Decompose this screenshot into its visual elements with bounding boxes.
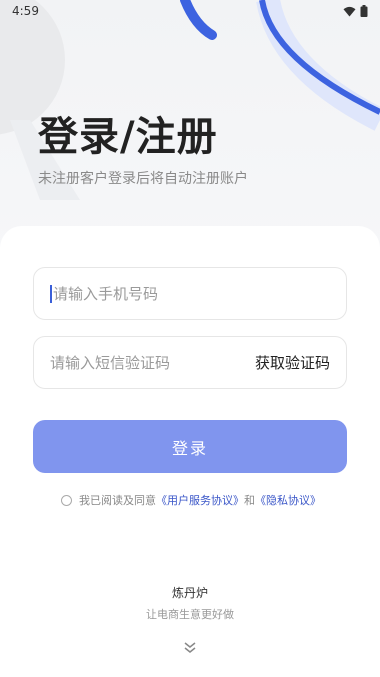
brand-slogan: 让电商生意更好做	[146, 608, 234, 621]
page-subtitle: 未注册客户登录后将自动注册账户	[38, 171, 248, 187]
status-icons	[343, 5, 368, 17]
wifi-icon	[343, 6, 356, 16]
phone-input[interactable]	[53, 284, 330, 303]
double-chevron-down-icon[interactable]	[182, 640, 198, 656]
battery-icon	[360, 5, 368, 17]
text-cursor	[50, 284, 52, 303]
sms-code-field[interactable]: 获取验证码	[33, 336, 347, 389]
brand-name: 炼丹炉	[171, 586, 208, 600]
get-code-button[interactable]: 获取验证码	[255, 352, 330, 373]
agreement-prefix: 我已阅读及同意	[79, 494, 156, 507]
sms-code-input[interactable]	[50, 353, 255, 372]
user-agreement-link[interactable]: 《用户服务协议》	[156, 492, 244, 508]
agreement-conjunction: 和	[244, 494, 255, 507]
login-button[interactable]: 登录	[33, 420, 347, 473]
agreement-row: 我已阅读及同意 《用户服务协议》 和 《隐私协议》	[61, 492, 321, 508]
privacy-policy-link[interactable]: 《隐私协议》	[255, 492, 321, 508]
page-title: 登录/注册	[38, 114, 218, 160]
status-bar: 4:59	[0, 0, 380, 22]
status-time: 4:59	[12, 4, 39, 18]
agreement-radio[interactable]	[61, 494, 72, 506]
phone-field[interactable]	[33, 267, 347, 320]
